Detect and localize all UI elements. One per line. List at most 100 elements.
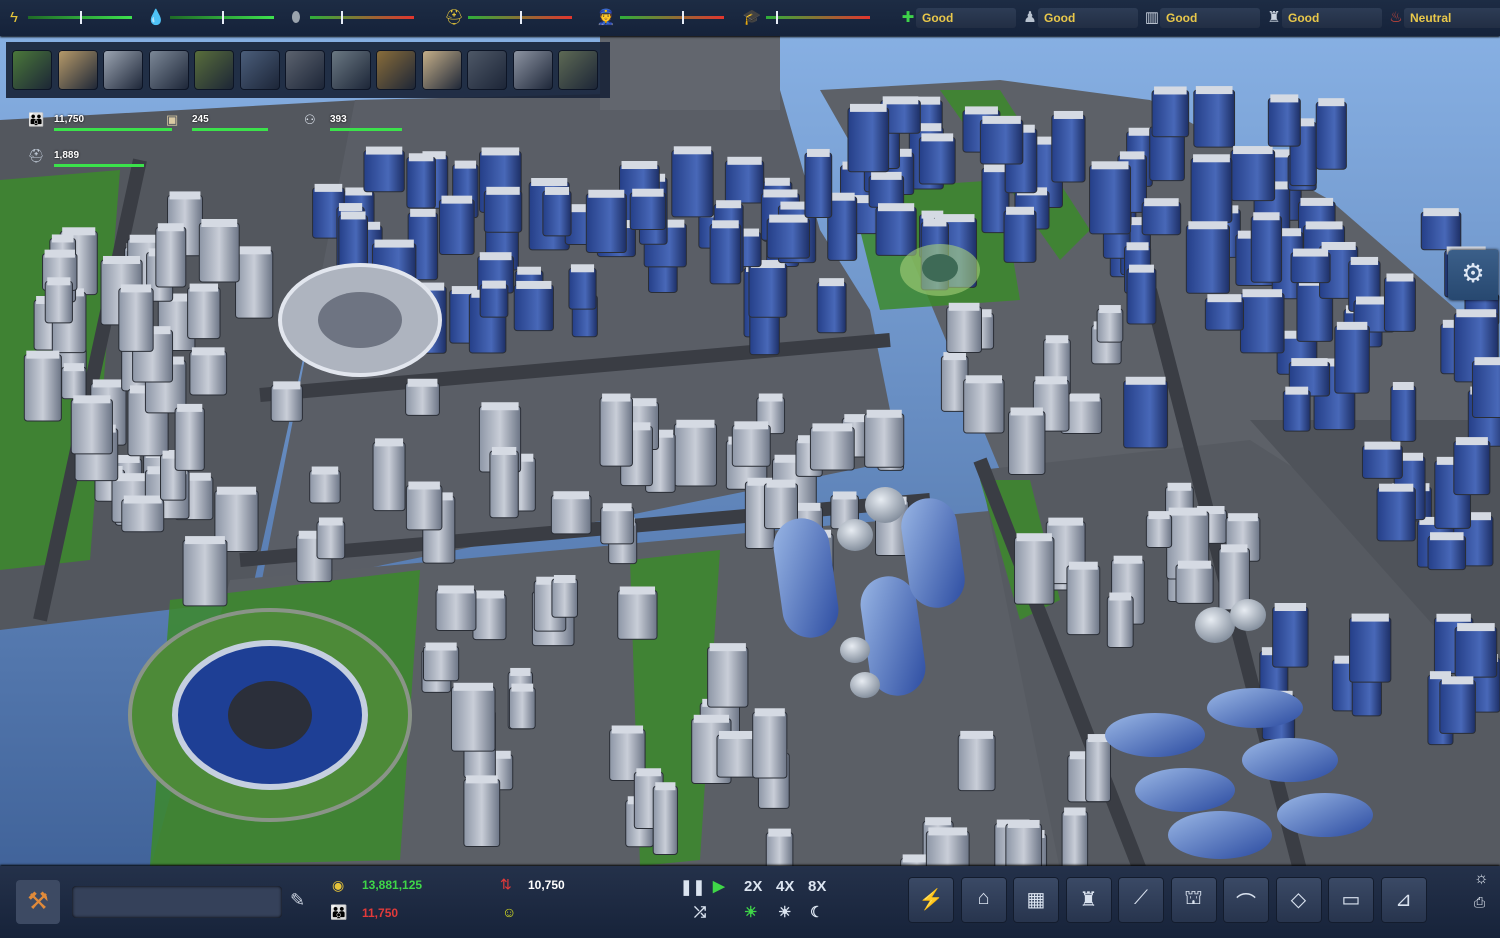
transport-tool-icon[interactable] (330, 50, 371, 90)
building-roof (1441, 676, 1474, 685)
landmark-building-button[interactable]: ◇ (1275, 877, 1322, 923)
building-roof (819, 278, 845, 287)
settings-button[interactable]: ⚙ (1448, 250, 1498, 300)
pause-button[interactable]: ❚❚ (680, 878, 705, 896)
building (508, 687, 536, 730)
day-night-cycle-button[interactable]: ☀ (744, 903, 757, 921)
building-roof (1242, 289, 1283, 298)
residents-icon: 👪 (28, 112, 45, 127)
park-building-button[interactable]: ⌒ (1223, 877, 1269, 923)
bulldozer-button[interactable]: ⚒ (16, 880, 60, 924)
building (716, 734, 759, 778)
unemployed-bar (54, 164, 144, 167)
building (1190, 157, 1233, 223)
people-icon: ♟ (1023, 9, 1037, 26)
status-indicator[interactable]: ♨ Neutral (1386, 7, 1500, 29)
daytime-button[interactable]: ☀ (778, 903, 791, 921)
road-building-button[interactable]: ⟋ (1118, 877, 1164, 923)
landmark-tool-icon[interactable] (512, 50, 553, 90)
building-roof (1228, 513, 1258, 522)
crane-building-button[interactable]: ⊿ (1380, 877, 1427, 923)
building (187, 287, 221, 340)
office-building-icon: ▦ (1026, 889, 1046, 911)
building (451, 686, 496, 752)
building (918, 136, 956, 185)
zoning-tool-icon[interactable] (57, 50, 98, 90)
building (847, 107, 890, 173)
building-roof (1126, 242, 1149, 251)
building-roof (407, 378, 438, 387)
status-indicator[interactable]: ♜ Good (1264, 7, 1384, 29)
building-roof (481, 147, 520, 156)
building (438, 199, 475, 255)
building (652, 785, 678, 856)
services-tool-icon[interactable] (194, 50, 234, 90)
industrial-building-button[interactable]: ♜ (1065, 877, 1112, 923)
building (1315, 101, 1347, 170)
resource-level-marker (341, 11, 343, 24)
budget-tool-icon[interactable] (558, 50, 598, 90)
building-roof (553, 491, 590, 500)
building-roof (465, 775, 498, 784)
workers-count: 245 (192, 114, 209, 125)
office-building-button[interactable]: ▦ (1013, 877, 1059, 923)
building (875, 206, 917, 256)
building-roof (570, 264, 595, 273)
status-indicator[interactable]: ▥ Good (1142, 7, 1262, 29)
resource-meter[interactable]: ⛑ (444, 0, 584, 36)
edit-name-button[interactable]: ✎ (290, 890, 305, 911)
shuffle-button[interactable]: ⤮ (694, 904, 706, 921)
building-roof (454, 160, 477, 169)
status-indicator[interactable]: ✚ Good (898, 7, 1018, 29)
building (1061, 810, 1089, 873)
day-night-cycle-icon: ☀ (744, 904, 758, 921)
road-tool-icon[interactable] (148, 50, 189, 90)
building-roof (44, 249, 75, 258)
capitol-building-button[interactable]: ⛫ (1170, 877, 1217, 923)
status-indicator[interactable]: ♟ Good (1020, 7, 1140, 29)
building-roof (734, 421, 769, 430)
screenshot-button[interactable]: ⎙ (1474, 894, 1485, 911)
residential-tool-icon[interactable] (103, 50, 143, 90)
resource-meter[interactable]: 👮 (596, 0, 736, 36)
nighttime-button[interactable]: ☾ (810, 903, 823, 921)
building-roof (517, 266, 541, 275)
power-plant-building-button[interactable]: ⚡ (908, 877, 954, 923)
play-button[interactable]: ▶ (713, 877, 725, 895)
residential-building-button[interactable]: ⌂ (960, 877, 1007, 923)
industry-tool-icon[interactable] (285, 50, 325, 90)
resource-meter[interactable]: ϟ (4, 0, 144, 36)
building-roof (1125, 376, 1166, 385)
building (568, 267, 597, 310)
building (868, 175, 905, 208)
pencil-icon: ✎ (290, 890, 306, 910)
building (1454, 626, 1498, 678)
building-roof (1474, 357, 1500, 366)
speed-8x-button[interactable]: 8X (808, 878, 826, 895)
science-tool-icon[interactable] (239, 50, 280, 90)
building (174, 407, 205, 471)
terrain-tool-icon[interactable] (12, 50, 52, 90)
resource-meter[interactable]: ⬮ (286, 0, 426, 36)
city-name-field[interactable] (72, 886, 282, 918)
building-roof (1386, 273, 1414, 282)
building (551, 578, 579, 618)
building (629, 192, 667, 231)
power-tool-icon[interactable] (467, 50, 507, 90)
speed-4x-button[interactable]: 4X (776, 878, 794, 895)
building (1175, 564, 1214, 604)
building-roof (1436, 613, 1471, 622)
building-roof (1053, 110, 1084, 119)
building-roof (1006, 206, 1034, 215)
resource-meter[interactable]: 🎓 (742, 0, 882, 36)
building-roof (602, 503, 632, 512)
building-roof (1113, 555, 1143, 564)
warehouse-building-button[interactable]: ▭ (1328, 877, 1374, 923)
resource-meter[interactable]: 💧 (146, 0, 286, 36)
building-roof (481, 402, 519, 411)
policy-tool-icon[interactable] (421, 50, 462, 90)
statistics-tool-icon[interactable] (376, 50, 416, 90)
speed-2x-button[interactable]: 2X (744, 878, 762, 895)
weather-button[interactable]: ☼ (1474, 870, 1489, 888)
building (1085, 737, 1112, 803)
